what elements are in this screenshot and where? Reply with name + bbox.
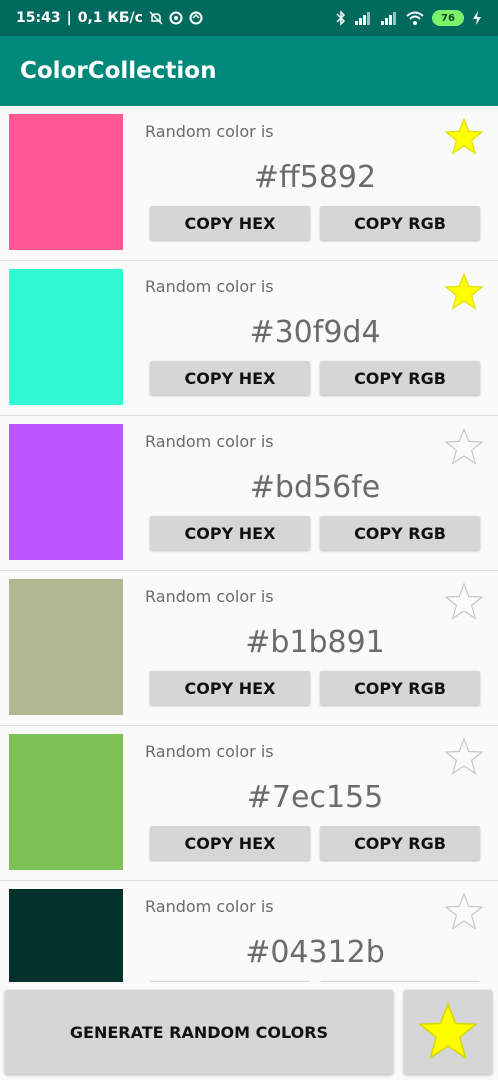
charging-icon	[472, 11, 482, 25]
target-icon	[189, 11, 203, 25]
generate-random-colors-button[interactable]: GENERATE RANDOM COLORS	[5, 990, 393, 1074]
color-list-item: Random color is #7ec155 COPY HEX COPY RG…	[0, 726, 498, 881]
hex-value: #b1b891	[245, 625, 385, 660]
bluetooth-icon	[336, 10, 346, 26]
random-color-label: Random color is	[145, 587, 274, 606]
mute-icon	[149, 11, 163, 25]
random-color-label: Random color is	[145, 122, 274, 141]
copy-rgb-button[interactable]: COPY RGB	[320, 361, 480, 395]
copy-hex-button[interactable]: COPY HEX	[150, 826, 310, 860]
random-color-label: Random color is	[145, 742, 274, 761]
copy-rgb-button[interactable]: COPY RGB	[320, 826, 480, 860]
signal-icon	[380, 11, 398, 25]
battery-icon: 76	[432, 10, 464, 26]
signal-icon	[354, 11, 372, 25]
copy-rgb-button[interactable]: COPY RGB	[320, 671, 480, 705]
color-list[interactable]: Random color is #ff5892 COPY HEX COPY RG…	[0, 106, 498, 982]
copy-hex-button[interactable]: COPY HEX	[150, 516, 310, 550]
favorite-star-icon[interactable]	[444, 273, 484, 311]
wifi-icon	[406, 11, 424, 25]
bottom-bar: GENERATE RANDOM COLORS	[0, 982, 498, 1080]
favorite-star-icon[interactable]	[444, 738, 484, 776]
color-swatch	[9, 734, 123, 870]
copy-hex-button[interactable]: COPY HEX	[150, 361, 310, 395]
star-icon	[418, 1002, 478, 1060]
status-bar: 15:43 | 0,1 КБ/с 76	[0, 0, 498, 36]
hex-value: #04312b	[245, 935, 385, 970]
favorite-star-icon[interactable]	[444, 583, 484, 621]
app-title: ColorCollection	[20, 58, 217, 84]
app-bar: ColorCollection	[0, 36, 498, 106]
color-list-item: Random color is #30f9d4 COPY HEX COPY RG…	[0, 261, 498, 416]
color-swatch	[9, 889, 123, 982]
copy-rgb-button[interactable]: COPY RGB	[320, 516, 480, 550]
status-time: 15:43	[16, 10, 61, 26]
status-net-speed: 0,1 КБ/с	[77, 10, 143, 26]
color-swatch	[9, 269, 123, 405]
color-swatch	[9, 579, 123, 715]
color-list-item: Random color is #b1b891 COPY HEX COPY RG…	[0, 571, 498, 726]
color-list-item: Random color is #04312b COPY HEX COPY RG…	[0, 881, 498, 982]
copy-hex-button[interactable]: COPY HEX	[150, 206, 310, 240]
sync-icon	[169, 11, 183, 25]
favorite-star-icon[interactable]	[444, 893, 484, 931]
color-swatch	[9, 424, 123, 560]
hex-value: #7ec155	[246, 780, 384, 815]
hex-value: #ff5892	[253, 160, 377, 195]
hex-value: #30f9d4	[249, 315, 381, 350]
copy-rgb-button[interactable]: COPY RGB	[320, 206, 480, 240]
favorites-button[interactable]	[404, 990, 492, 1074]
favorite-star-icon[interactable]	[444, 428, 484, 466]
hex-value: #bd56fe	[249, 470, 381, 505]
favorite-star-icon[interactable]	[444, 118, 484, 156]
random-color-label: Random color is	[145, 897, 274, 916]
random-color-label: Random color is	[145, 277, 274, 296]
color-list-item: Random color is #ff5892 COPY HEX COPY RG…	[0, 106, 498, 261]
random-color-label: Random color is	[145, 432, 274, 451]
status-separator: |	[66, 10, 72, 26]
color-swatch	[9, 114, 123, 250]
copy-hex-button[interactable]: COPY HEX	[150, 671, 310, 705]
color-list-item: Random color is #bd56fe COPY HEX COPY RG…	[0, 416, 498, 571]
